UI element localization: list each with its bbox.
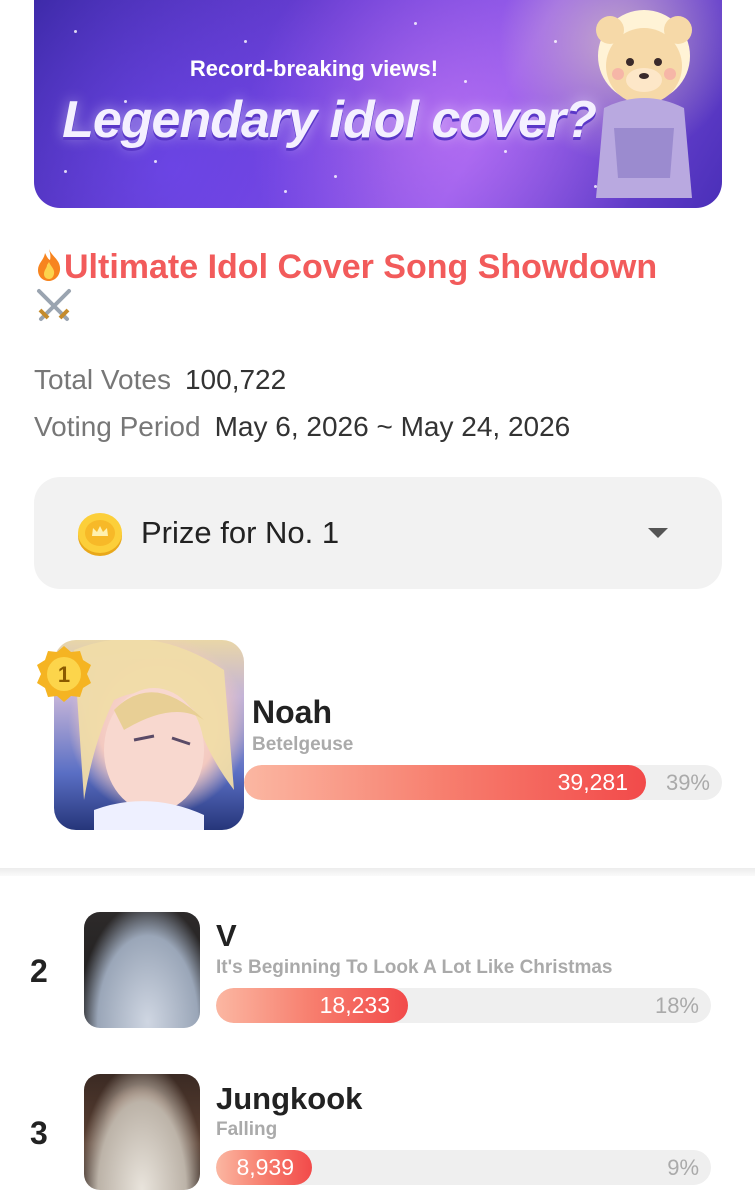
rank-1-name: Noah <box>252 694 332 730</box>
rank-1-vote-percent: 39% <box>665 769 710 795</box>
rank-3-number: 3 <box>30 1115 48 1151</box>
page-title: Ultimate Idol Cover Song Showdown <box>34 246 674 330</box>
page-title-text: Ultimate Idol Cover Song Showdown <box>64 248 658 286</box>
rank-2-avatar[interactable] <box>84 912 200 1028</box>
rank-1-vote-count: 39,281 <box>557 769 628 795</box>
rank-3-avatar[interactable] <box>84 1074 200 1190</box>
rank-2-vote-bar: 18,233 18% <box>216 988 711 1023</box>
rank-2-name: V <box>216 918 237 953</box>
fire-icon <box>38 249 61 281</box>
rank-3-vote-bar: 8,939 9% <box>216 1150 711 1185</box>
banner-title: Legendary idol cover? <box>62 91 597 149</box>
coin-icon <box>78 513 122 556</box>
voting-period-row: Voting Period May 6, 2026 ~ May 24, 2026 <box>34 411 570 443</box>
banner-subtitle: Record-breaking views! <box>189 56 439 81</box>
rank-2-number: 2 <box>30 953 48 989</box>
rank-2-vote-count: 18,233 <box>319 992 390 1018</box>
rank-2-vote-percent: 18% <box>654 992 699 1018</box>
rank-2-song: It's Beginning To Look A Lot Like Christ… <box>216 957 613 978</box>
total-votes-label: Total Votes <box>34 364 171 395</box>
prize-dropdown[interactable]: Prize for No. 1 <box>34 477 722 589</box>
rank-1-vote-bar: 39,281 39% <box>244 765 722 800</box>
crossed-swords-icon <box>37 289 71 321</box>
event-banner[interactable]: Record-breaking views! Legendary idol co… <box>34 0 722 208</box>
rank-3-name: Jungkook <box>216 1081 363 1116</box>
caret-down-icon[interactable] <box>648 528 668 538</box>
rank-1-song: Betelgeuse <box>252 734 354 755</box>
rank-3-song: Falling <box>216 1119 278 1140</box>
rank-3-vote-percent: 9% <box>667 1154 699 1180</box>
total-votes-value: 100,722 <box>184 364 287 395</box>
gold-badge-icon: 1 <box>37 646 91 702</box>
voting-period-label: Voting Period <box>34 411 201 442</box>
voting-period-value: May 6, 2026 ~ May 24, 2026 <box>214 411 571 442</box>
bear-mascot-icon <box>596 10 692 198</box>
total-votes-row: Total Votes 100,722 <box>34 364 286 396</box>
badge-rank-number: 1 <box>58 662 70 687</box>
prize-label: Prize for No. 1 <box>141 515 340 550</box>
section-divider <box>0 868 755 876</box>
rank-3-vote-count: 8,939 <box>236 1154 294 1180</box>
